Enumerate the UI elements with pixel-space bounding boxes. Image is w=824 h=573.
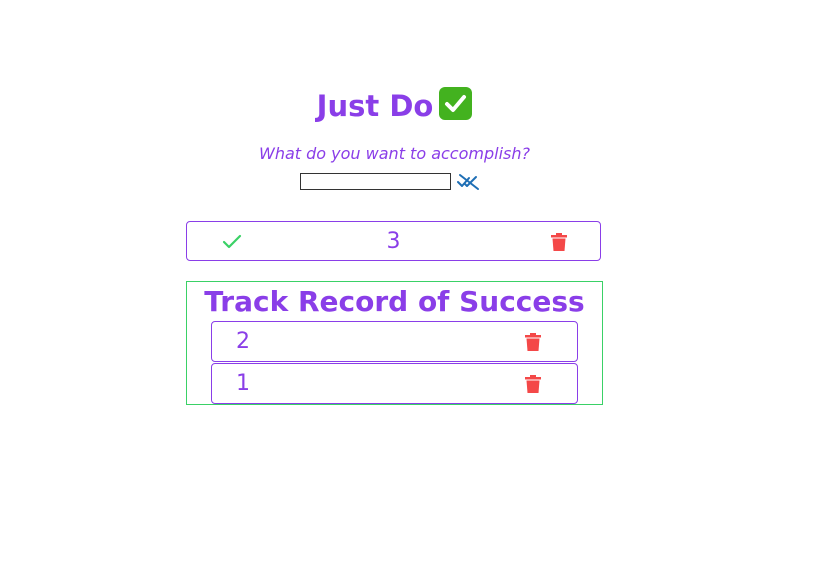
app-title-text: Just Do (316, 89, 434, 123)
check-mark-button-icon (439, 87, 473, 120)
check-icon[interactable] (222, 234, 242, 250)
app-title: Just Do (0, 86, 789, 126)
trash-icon[interactable] (551, 233, 567, 251)
current-task-card: 3 (186, 221, 601, 261)
task-text: 3 (386, 229, 401, 254)
task-input[interactable] (300, 173, 451, 190)
completed-item-text: 1 (236, 371, 250, 396)
app: Just Do What do you want to accomplish? … (0, 0, 824, 573)
trash-icon[interactable] (525, 333, 541, 351)
task-prompt: What do you want to accomplish? (259, 144, 530, 163)
completed-item: 1 (211, 363, 578, 404)
track-record-panel: Track Record of Success 2 1 (186, 281, 603, 405)
track-record-title: Track Record of Success (204, 285, 585, 318)
trash-icon[interactable] (525, 375, 541, 393)
completed-item: 2 (211, 321, 578, 362)
double-check-slash-icon[interactable] (457, 172, 481, 192)
completed-item-text: 2 (236, 329, 250, 354)
